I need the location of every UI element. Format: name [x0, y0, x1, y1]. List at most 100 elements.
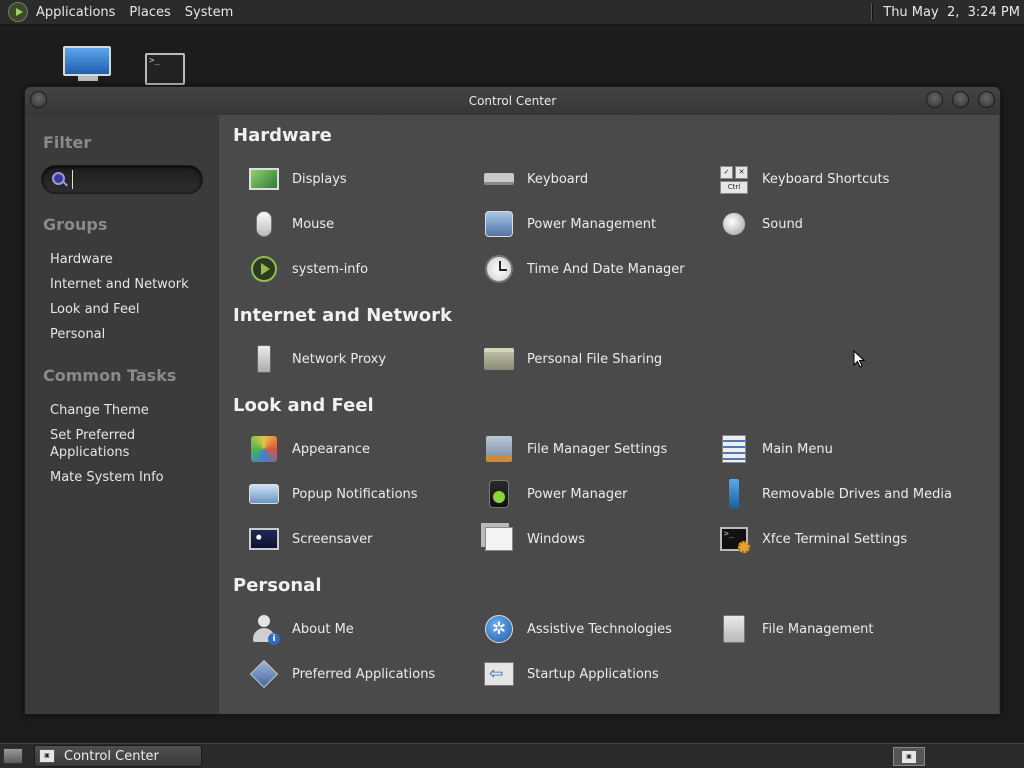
category-title-hardware: Hardware: [233, 125, 332, 146]
item-popup-notifications[interactable]: Popup Notifications: [248, 476, 418, 512]
item-keyboard-shortcuts[interactable]: ✓ ✕ Ctrl Keyboard Shortcuts: [718, 161, 889, 197]
item-preferred-applications[interactable]: Preferred Applications: [248, 656, 435, 692]
gear-icon: [738, 541, 750, 553]
file-cabinet-icon: [718, 613, 750, 645]
top-panel: Applications Places System Thu May 2, 3:…: [0, 0, 1024, 25]
item-power-management[interactable]: Power Management: [483, 206, 656, 242]
item-appearance[interactable]: Appearance: [248, 431, 370, 467]
clock-area: Thu May 2, 3:24 PM: [871, 0, 1024, 25]
item-sound[interactable]: Sound: [718, 206, 803, 242]
sidebar: Filter Groups Hardware Internet and Netw…: [25, 115, 219, 714]
search-input[interactable]: [72, 170, 192, 189]
title-bar[interactable]: Control Center: [25, 87, 1000, 115]
computer-desktop-icon[interactable]: [63, 46, 113, 84]
common-tasks-list: Change Theme Set Preferred Applications …: [50, 402, 164, 494]
item-main-menu[interactable]: Main Menu: [718, 431, 833, 467]
places-menu[interactable]: Places: [122, 5, 177, 20]
category-title-internet-and-network: Internet and Network: [233, 305, 452, 326]
item-label: Network Proxy: [292, 351, 387, 367]
mate-logo-icon[interactable]: [8, 2, 28, 22]
item-file-manager-settings[interactable]: File Manager Settings: [483, 431, 667, 467]
item-label: Popup Notifications: [292, 486, 418, 502]
group-link-personal[interactable]: Personal: [50, 326, 189, 343]
item-label: Startup Applications: [527, 666, 659, 682]
keyboard-icon: [483, 163, 515, 195]
main-menu-bar: Applications Places System: [0, 0, 240, 25]
item-file-management[interactable]: File Management: [718, 611, 874, 647]
group-link-hardware[interactable]: Hardware: [50, 251, 189, 268]
item-label: File Manager Settings: [527, 441, 668, 457]
item-label: Windows: [527, 531, 586, 547]
task-link-change-theme[interactable]: Change Theme: [50, 402, 164, 419]
item-mouse[interactable]: Mouse: [248, 206, 334, 242]
item-personal-file-sharing[interactable]: Personal File Sharing: [483, 341, 662, 377]
search-box[interactable]: [41, 165, 203, 194]
window-title: Control Center: [468, 94, 557, 108]
item-label: About Me: [292, 621, 354, 637]
system-info-icon: [248, 253, 280, 285]
item-screensaver[interactable]: Screensaver: [248, 521, 372, 557]
category-title-look-and-feel: Look and Feel: [233, 395, 374, 416]
show-desktop-icon[interactable]: [3, 748, 23, 764]
item-time-and-date-manager[interactable]: Time And Date Manager: [483, 251, 685, 287]
item-label: Screensaver: [292, 531, 373, 547]
item-system-info[interactable]: system-info: [248, 251, 368, 287]
terminal-settings-icon: >_: [718, 523, 750, 555]
main-panel: Hardware Displays Keyboard ✓ ✕ Ctrl Keyboar…: [219, 115, 999, 714]
workspace-window-icon: ▣: [901, 750, 917, 764]
mouse-icon: [248, 208, 280, 240]
item-label: Preferred Applications: [292, 666, 436, 682]
power-management-icon: [483, 208, 515, 240]
minimize-button[interactable]: [926, 91, 943, 108]
maximize-button[interactable]: [952, 91, 969, 108]
item-label: File Management: [762, 621, 874, 637]
item-label: Removable Drives and Media: [762, 486, 952, 502]
search-icon: [52, 172, 65, 185]
item-about-me[interactable]: i About Me: [248, 611, 354, 647]
main-menu-icon: [718, 433, 750, 465]
item-label: Keyboard Shortcuts: [762, 171, 890, 187]
applications-menu[interactable]: Applications: [29, 5, 122, 20]
accessibility-icon: ✲: [483, 613, 515, 645]
group-link-look-and-feel[interactable]: Look and Feel: [50, 301, 189, 318]
task-link-mate-system-info[interactable]: Mate System Info: [50, 469, 164, 486]
keyboard-shortcuts-icon: ✓ ✕ Ctrl: [718, 163, 750, 195]
about-me-icon: i: [248, 613, 280, 645]
workspace-switcher[interactable]: ▣: [893, 747, 925, 766]
item-label: Time And Date Manager: [527, 261, 685, 277]
item-assistive-technologies[interactable]: ✲ Assistive Technologies: [483, 611, 672, 647]
preferred-applications-icon: [248, 658, 280, 690]
sound-icon: [718, 208, 750, 240]
item-label: Mouse: [292, 216, 335, 232]
appearance-icon: [248, 433, 280, 465]
item-label: Power Management: [527, 216, 657, 232]
item-xfce-terminal-settings[interactable]: >_ Xfce Terminal Settings: [718, 521, 907, 557]
task-link-set-preferred-applications[interactable]: Set Preferred Applications: [50, 427, 164, 461]
taskbar-button-label: Control Center: [64, 748, 159, 764]
item-displays[interactable]: Displays: [248, 161, 347, 197]
item-label: Power Manager: [527, 486, 628, 502]
terminal-desktop-icon[interactable]: >_: [145, 53, 185, 85]
clock[interactable]: Thu May 2, 3:24 PM: [883, 5, 1024, 20]
popup-notifications-icon: [248, 478, 280, 510]
item-label: system-info: [292, 261, 369, 277]
taskbar-button-control-center[interactable]: ▣ Control Center: [34, 745, 202, 767]
item-power-manager[interactable]: Power Manager: [483, 476, 627, 512]
item-label: Displays: [292, 171, 347, 187]
windows-icon: [483, 523, 515, 555]
item-label: Personal File Sharing: [527, 351, 663, 367]
item-startup-applications[interactable]: Startup Applications: [483, 656, 659, 692]
category-title-personal: Personal: [233, 575, 322, 596]
item-label: Keyboard: [527, 171, 589, 187]
group-link-internet-and-network[interactable]: Internet and Network: [50, 276, 189, 293]
item-removable-drives-and-media[interactable]: Removable Drives and Media: [718, 476, 952, 512]
window-menu-button[interactable]: [30, 91, 47, 108]
item-windows[interactable]: Windows: [483, 521, 585, 557]
close-button[interactable]: [978, 91, 995, 108]
control-center-icon: ▣: [39, 749, 55, 763]
monitor-stand: [78, 76, 98, 81]
panel-separator: [871, 3, 874, 21]
system-menu[interactable]: System: [178, 5, 240, 20]
item-network-proxy[interactable]: Network Proxy: [248, 341, 386, 377]
item-keyboard[interactable]: Keyboard: [483, 161, 588, 197]
